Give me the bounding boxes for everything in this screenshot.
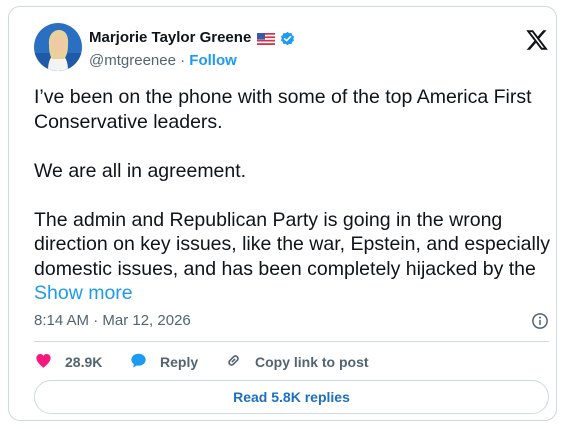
- tweet-paragraph-2: We are all in agreement.: [34, 159, 247, 182]
- tweet-card: Marjorie Taylor Greene @mtgreenee · Foll…: [8, 6, 557, 421]
- x-logo-icon[interactable]: [525, 28, 549, 52]
- us-flag-icon: [257, 32, 276, 46]
- author-handle[interactable]: @mtgreenee: [89, 52, 176, 69]
- author-name[interactable]: Marjorie Taylor Greene: [89, 29, 251, 47]
- timestamp[interactable]: 8:14 AM · Mar 12, 2026: [34, 312, 191, 330]
- heart-icon: [34, 351, 53, 373]
- copy-link-label: Copy link to post: [255, 354, 369, 370]
- tweet-paragraph-3-text: The admin and Republican Party is going …: [34, 208, 550, 280]
- verified-badge-icon: [279, 30, 296, 47]
- separator-dot: ·: [180, 52, 186, 69]
- copy-link-button[interactable]: Copy link to post: [224, 351, 369, 373]
- avatar-image: [34, 23, 82, 71]
- read-replies-button[interactable]: Read 5.8K replies: [34, 380, 549, 414]
- tweet-text: I’ve been on the phone with some of the …: [34, 85, 559, 306]
- show-more-link[interactable]: Show more: [34, 282, 133, 304]
- tweet-paragraph-3: The admin and Republican Party is going …: [34, 208, 559, 306]
- tweet-paragraph-1: I’ve been on the phone with some of the …: [34, 86, 532, 133]
- action-bar: 28.9K Reply Copy link to post: [34, 352, 369, 372]
- divider: [34, 341, 549, 342]
- author-name-row: Marjorie Taylor Greene: [89, 29, 296, 47]
- author-handle-row: @mtgreenee · Follow: [89, 52, 237, 70]
- reply-button[interactable]: Reply: [129, 351, 224, 373]
- reply-label: Reply: [160, 354, 199, 370]
- avatar[interactable]: [34, 23, 82, 71]
- reply-bubble-icon: [129, 351, 148, 373]
- link-icon: [224, 351, 243, 373]
- read-replies-label: Read 5.8K replies: [233, 389, 350, 405]
- info-icon[interactable]: [531, 312, 549, 330]
- follow-button[interactable]: Follow: [189, 52, 237, 69]
- likes-count: 28.9K: [65, 354, 103, 370]
- like-button[interactable]: 28.9K: [34, 351, 129, 373]
